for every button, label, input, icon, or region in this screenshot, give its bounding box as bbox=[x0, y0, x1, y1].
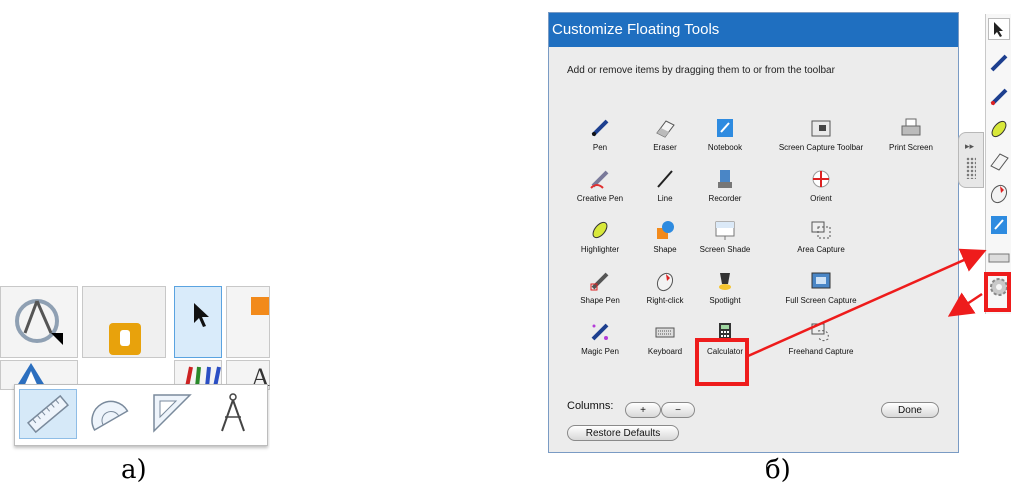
arrow-from-gear bbox=[947, 292, 983, 317]
panel-b-caption: б) bbox=[765, 455, 791, 485]
arrow-to-toolbar bbox=[747, 248, 987, 358]
annotation-arrows bbox=[747, 248, 987, 358]
